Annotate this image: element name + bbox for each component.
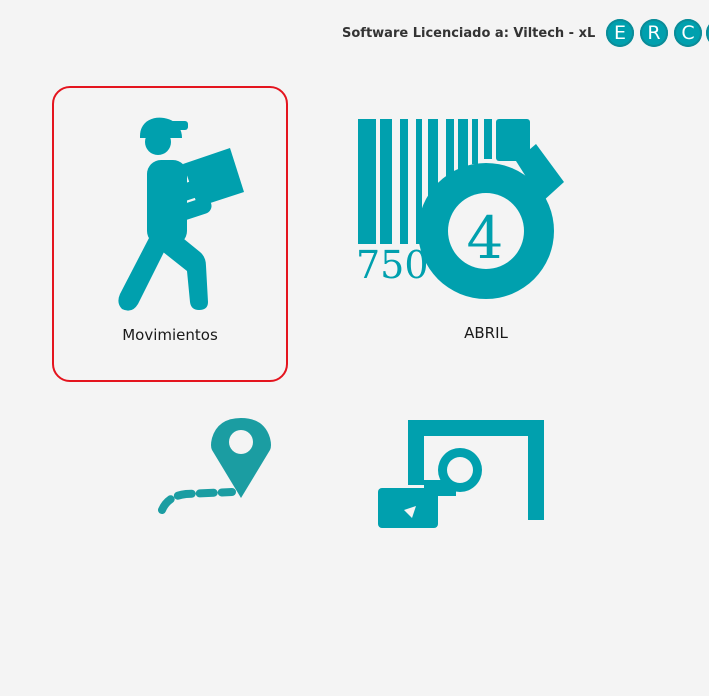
tile-abril[interactable]: 4 750 ABRIL xyxy=(356,86,604,382)
tile-movimientos[interactable]: Movimientos xyxy=(52,86,288,382)
license-text: Software Licenciado a: Viltech - xL xyxy=(342,26,596,41)
e-button[interactable]: E xyxy=(606,19,634,47)
c-button[interactable]: C xyxy=(674,19,702,47)
tag-number: 4 xyxy=(467,204,504,272)
route-pin-icon xyxy=(158,418,271,514)
r-button[interactable]: R xyxy=(640,19,668,47)
tile-route[interactable] xyxy=(52,400,288,696)
delivery-man-icon xyxy=(118,117,244,311)
barcode-number: 750 xyxy=(356,243,429,287)
barcode-tag-icon: 4 750 xyxy=(356,119,564,299)
tile-label: Movimientos xyxy=(122,326,218,344)
tile-label: ABRIL xyxy=(464,324,508,342)
photo-document-icon xyxy=(378,420,544,528)
tile-photo-document[interactable] xyxy=(368,400,604,696)
